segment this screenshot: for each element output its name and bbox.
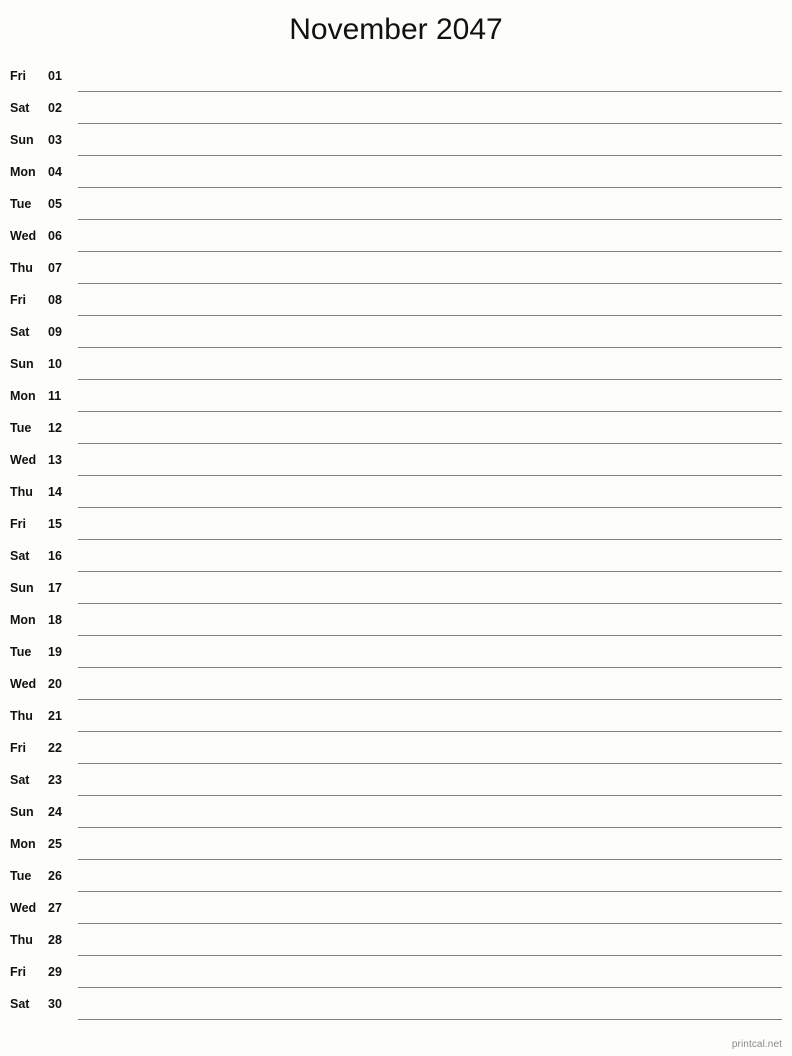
page-header: November 2047	[0, 0, 792, 60]
day-weekday-label: Sun	[10, 805, 34, 819]
day-number-label: 10	[48, 357, 62, 371]
day-weekday-label: Fri	[10, 69, 26, 83]
day-number-label: 30	[48, 997, 62, 1011]
day-number-label: 17	[48, 581, 62, 595]
day-number-label: 04	[48, 165, 62, 179]
day-number-label: 25	[48, 837, 62, 851]
day-weekday-label: Fri	[10, 741, 26, 755]
day-weekday-label: Mon	[10, 613, 36, 627]
day-weekday-label: Sat	[10, 549, 30, 563]
day-number-label: 29	[48, 965, 62, 979]
day-weekday-label: Thu	[10, 485, 33, 499]
day-number-label: 15	[48, 517, 62, 531]
day-row[interactable]: Wed 20	[0, 668, 792, 700]
day-weekday-label: Fri	[10, 517, 26, 531]
day-weekday-label: Tue	[10, 645, 32, 659]
day-number-label: 22	[48, 741, 62, 755]
day-row[interactable]: Wed 27	[0, 892, 792, 924]
day-row[interactable]: Sat 30	[0, 988, 792, 1020]
day-weekday-label: Thu	[10, 261, 33, 275]
day-weekday-label: Mon	[10, 837, 36, 851]
day-row[interactable]: Mon 04	[0, 156, 792, 188]
day-number-label: 28	[48, 933, 62, 947]
day-weekday-label: Tue	[10, 421, 32, 435]
day-row[interactable]: Fri 15	[0, 508, 792, 540]
day-row[interactable]: Thu 28	[0, 924, 792, 956]
day-row[interactable]: Mon 18	[0, 604, 792, 636]
day-number-label: 03	[48, 133, 62, 147]
calendar-page: November 2047 Fri 01 Sat 02 Sun 03 Mon 04 Tue 05 W…	[0, 0, 792, 1056]
day-weekday-label: Sat	[10, 773, 30, 787]
day-weekday-label: Sun	[10, 133, 34, 147]
day-row[interactable]: Tue 12	[0, 412, 792, 444]
day-row[interactable]: Fri 01	[0, 60, 792, 92]
day-number-label: 16	[48, 549, 62, 563]
day-weekday-label: Mon	[10, 389, 36, 403]
day-row[interactable]: Sat 02	[0, 92, 792, 124]
day-weekday-label: Thu	[10, 709, 33, 723]
day-row[interactable]: Thu 14	[0, 476, 792, 508]
day-weekday-label: Sat	[10, 325, 30, 339]
day-weekday-label: Tue	[10, 869, 32, 883]
day-row[interactable]: Fri 22	[0, 732, 792, 764]
day-row[interactable]: Sat 16	[0, 540, 792, 572]
day-row[interactable]: Wed 13	[0, 444, 792, 476]
day-number-label: 20	[48, 677, 62, 691]
day-weekday-label: Thu	[10, 933, 33, 947]
day-row-list: Fri 01 Sat 02 Sun 03 Mon 04 Tue 05 Wed 06 Thu 07 Fri 08…	[0, 60, 792, 1020]
day-row[interactable]: Sun 10	[0, 348, 792, 380]
day-weekday-label: Fri	[10, 293, 26, 307]
day-weekday-label: Tue	[10, 197, 32, 211]
day-number-label: 14	[48, 485, 62, 499]
day-number-label: 01	[48, 69, 62, 83]
day-number-label: 26	[48, 869, 62, 883]
day-weekday-label: Wed	[10, 901, 37, 915]
day-number-label: 27	[48, 901, 62, 915]
day-row[interactable]: Tue 26	[0, 860, 792, 892]
day-row[interactable]: Sun 17	[0, 572, 792, 604]
page-title: November 2047	[289, 13, 503, 46]
day-row[interactable]: Tue 19	[0, 636, 792, 668]
day-number-label: 11	[48, 389, 62, 403]
day-row[interactable]: Sun 24	[0, 796, 792, 828]
day-row[interactable]: Sat 23	[0, 764, 792, 796]
day-row[interactable]: Wed 06	[0, 220, 792, 252]
day-weekday-label: Wed	[10, 229, 37, 243]
day-row[interactable]: Mon 11	[0, 380, 792, 412]
day-row[interactable]: Thu 21	[0, 700, 792, 732]
day-weekday-label: Sun	[10, 357, 34, 371]
day-row[interactable]: Sun 03	[0, 124, 792, 156]
day-row[interactable]: Sat 09	[0, 316, 792, 348]
day-row[interactable]: Fri 29	[0, 956, 792, 988]
day-weekday-label: Wed	[10, 453, 37, 467]
day-weekday-label: Mon	[10, 165, 36, 179]
day-weekday-label: Fri	[10, 965, 26, 979]
day-number-label: 09	[48, 325, 62, 339]
day-number-label: 07	[48, 261, 62, 275]
day-number-label: 24	[48, 805, 62, 819]
day-number-label: 12	[48, 421, 62, 435]
day-weekday-label: Sat	[10, 101, 30, 115]
day-number-label: 08	[48, 293, 62, 307]
day-weekday-label: Sat	[10, 997, 30, 1011]
footer-brand: printcal.net	[731, 1039, 782, 1050]
day-number-label: 21	[48, 709, 62, 723]
day-number-label: 23	[48, 773, 62, 787]
day-number-label: 18	[48, 613, 62, 627]
day-number-label: 05	[48, 197, 62, 211]
day-number-label: 06	[48, 229, 62, 243]
day-row[interactable]: Mon 25	[0, 828, 792, 860]
day-row[interactable]: Thu 07	[0, 252, 792, 284]
day-number-label: 13	[48, 453, 62, 467]
day-number-label: 19	[48, 645, 62, 659]
day-writing-line[interactable]	[78, 1019, 782, 1020]
day-row[interactable]: Fri 08	[0, 284, 792, 316]
day-weekday-label: Wed	[10, 677, 37, 691]
day-row[interactable]: Tue 05	[0, 188, 792, 220]
day-number-label: 02	[48, 101, 62, 115]
day-weekday-label: Sun	[10, 581, 34, 595]
